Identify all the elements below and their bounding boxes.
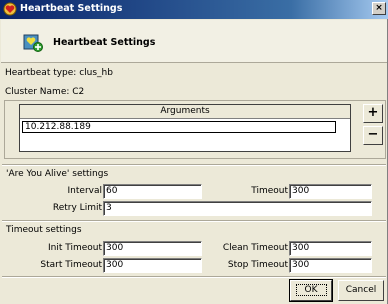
start-timeout-label: Start Timeout: [40, 260, 102, 270]
header-title: Heartbeat Settings: [53, 37, 156, 48]
interval-input[interactable]: 60: [103, 184, 202, 199]
plus-icon: +: [367, 105, 379, 120]
ok-button-label: OK: [295, 284, 327, 296]
cancel-button[interactable]: Cancel: [338, 280, 384, 301]
init-timeout-label: Init Timeout: [47, 243, 102, 253]
ok-button[interactable]: OK: [289, 279, 333, 302]
init-timeout-input[interactable]: 300: [103, 241, 202, 256]
separator: [2, 164, 386, 166]
close-button[interactable]: ×: [372, 2, 386, 15]
separator: [2, 276, 386, 278]
window-title: Heartbeat Settings: [20, 3, 123, 14]
interval-label: Interval: [67, 186, 102, 196]
clean-timeout-label: Clean Timeout: [222, 243, 288, 253]
arguments-table[interactable]: Arguments 10.212.88.189: [19, 104, 351, 152]
stop-timeout-input[interactable]: 300: [289, 258, 372, 273]
heartbeat-settings-dialog: Heartbeat Settings × Heartbeat Settings …: [0, 0, 388, 304]
clean-timeout-input[interactable]: 300: [289, 241, 372, 256]
timeout-settings-section-title: Timeout settings: [6, 225, 82, 235]
timeout-input[interactable]: 300: [289, 184, 372, 199]
retry-limit-label: Retry Limit: [52, 203, 102, 213]
dialog-header: Heartbeat Settings: [1, 20, 387, 63]
remove-argument-button[interactable]: −: [363, 126, 383, 145]
argument-row[interactable]: 10.212.88.189: [22, 121, 336, 133]
minus-icon: −: [367, 127, 379, 142]
add-argument-button[interactable]: +: [363, 104, 383, 123]
close-icon: ×: [375, 3, 383, 13]
retry-limit-input[interactable]: 3: [103, 201, 372, 216]
timeout-label: Timeout: [251, 186, 288, 196]
separator: [2, 220, 386, 222]
stop-timeout-label: Stop Timeout: [227, 260, 288, 270]
heartbeat-type-label: Heartbeat type: clus_hb: [5, 68, 113, 78]
arguments-column-header[interactable]: Arguments: [20, 105, 350, 119]
heart-settings-icon: [3, 2, 17, 16]
start-timeout-input[interactable]: 300: [103, 258, 202, 273]
heartbeat-add-icon: [23, 34, 43, 52]
title-bar[interactable]: Heartbeat Settings ×: [0, 0, 388, 19]
are-you-alive-section-title: 'Are You Alive' settings: [6, 169, 109, 179]
cluster-name-label: Cluster Name: C2: [5, 87, 85, 97]
